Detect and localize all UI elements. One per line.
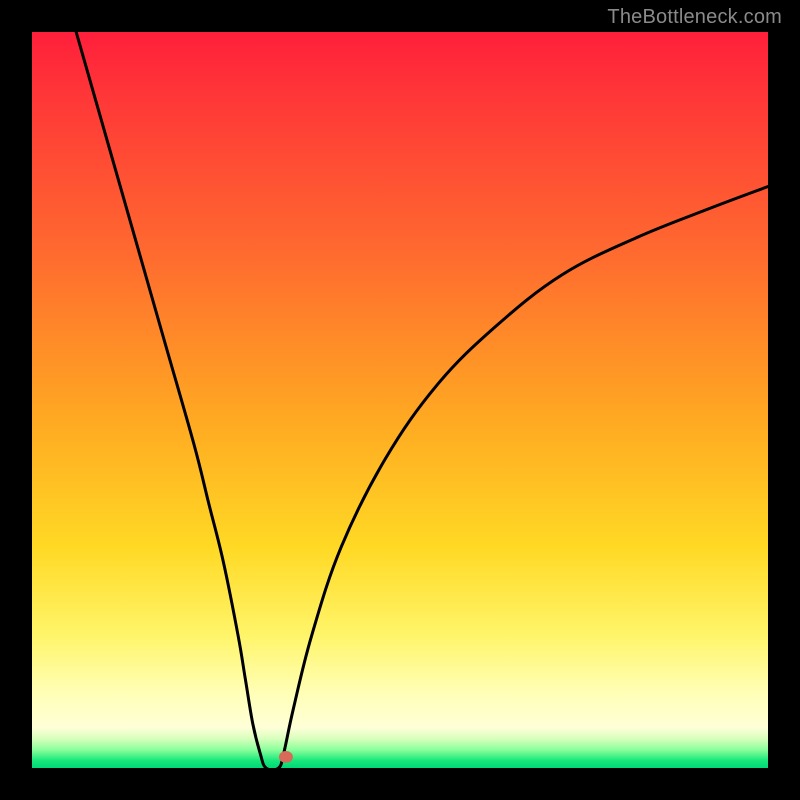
minimum-marker [279,751,293,763]
watermark-text: TheBottleneck.com [607,6,782,29]
bottleneck-curve [76,32,768,768]
chart-frame: TheBottleneck.com [0,0,800,800]
plot-area [32,32,768,768]
chart-overlay [32,32,768,768]
